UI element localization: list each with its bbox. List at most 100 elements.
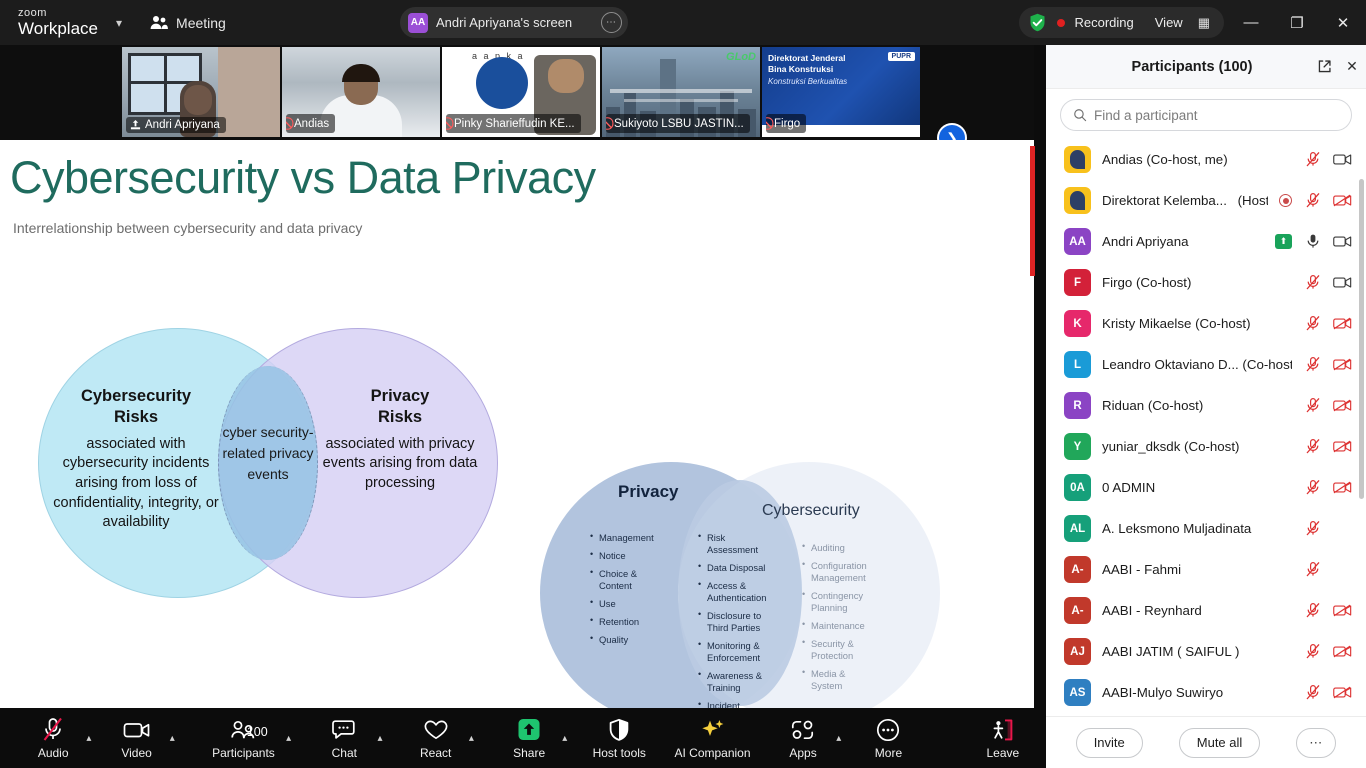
view-layout-icon[interactable]: ▦ <box>1198 15 1210 31</box>
camera-off-icon[interactable] <box>1333 481 1352 494</box>
react-button[interactable]: React <box>405 717 467 760</box>
more-label: More <box>874 745 903 760</box>
avatar: 0A <box>1064 474 1091 501</box>
audio-button[interactable]: Audio <box>22 717 84 760</box>
mic-muted-icon[interactable] <box>1303 561 1322 578</box>
list-item[interactable]: Direktorat Kelemba... (Host) <box>1046 180 1366 221</box>
list-item[interactable]: Andias (Co-host, me) <box>1046 139 1366 180</box>
list-item: Incident Response <box>698 699 778 708</box>
mic-muted-icon[interactable] <box>1303 274 1322 291</box>
logo-workplace-text: Workplace <box>18 19 98 38</box>
participant-name: AABI JATIM ( SAIFUL ) <box>1102 644 1240 659</box>
camera-off-icon[interactable] <box>1333 194 1352 207</box>
sharing-status-pill[interactable]: AA Andri Apriyana's screen ⋯ <box>400 7 628 38</box>
leave-button[interactable]: Leave <box>972 717 1034 760</box>
camera-off-icon[interactable] <box>1333 686 1352 699</box>
list-item[interactable]: 0A 0 ADMIN <box>1046 467 1366 508</box>
slide-title: Cybersecurity vs Data Privacy <box>10 152 596 203</box>
mic-muted-icon[interactable] <box>1303 397 1322 414</box>
host-tools-button[interactable]: Host tools <box>583 717 655 760</box>
mute-all-button[interactable]: Mute all <box>1178 727 1261 758</box>
window-maximize-button[interactable]: ❐ <box>1274 0 1320 45</box>
mic-on-icon[interactable] <box>1303 233 1322 250</box>
venn-right-text-block: Privacy Risks associated with privacy eve… <box>310 386 490 494</box>
participants-panel-footer: Invite Mute all ⋯ <box>1046 716 1366 768</box>
participants-scrollbar[interactable] <box>1359 179 1364 499</box>
popout-icon[interactable] <box>1310 59 1338 74</box>
video-button[interactable]: Video <box>105 717 167 760</box>
list-item[interactable]: A- AABI - Fahmi <box>1046 549 1366 590</box>
window-close-button[interactable]: ✕ <box>1320 0 1366 45</box>
thumbnail-firgo[interactable]: Direktorat Jenderal Bina Konstruksi Konst… <box>762 47 920 137</box>
chat-button[interactable]: Chat <box>313 717 375 760</box>
share-button[interactable]: Share <box>498 717 560 760</box>
more-button[interactable]: More <box>857 717 919 760</box>
participants-button[interactable]: 100 Participants <box>203 717 284 760</box>
list-item[interactable]: Y yuniar_dksdk (Co-host) <box>1046 426 1366 467</box>
list-item[interactable]: AJ AABI JATIM ( SAIFUL ) <box>1046 631 1366 672</box>
camera-off-icon[interactable] <box>1333 317 1352 330</box>
shield-icon <box>607 717 631 743</box>
share-options-caret-icon[interactable]: ▴ <box>562 733 567 744</box>
thumbnail-sukiyoto-lsbu[interactable]: GLoD ⃠ Sukiyoto LSBU JASTIN... <box>602 47 760 137</box>
camera-on-icon[interactable] <box>1333 235 1352 248</box>
mic-muted-icon[interactable] <box>1303 684 1322 701</box>
recording-dot-icon <box>1057 18 1066 27</box>
host-tools-label: Host tools <box>592 745 646 760</box>
camera-off-icon[interactable] <box>1333 645 1352 658</box>
mic-muted-icon[interactable] <box>1303 479 1322 496</box>
screen-share-edge-indicator <box>1030 146 1035 276</box>
list-item[interactable]: K Kristy Mikaelse (Co-host) <box>1046 303 1366 344</box>
meeting-tab[interactable]: Meeting <box>150 15 226 31</box>
camera-off-icon[interactable] <box>1333 440 1352 453</box>
audio-options-caret-icon[interactable]: ▴ <box>86 733 91 744</box>
list-item[interactable]: AL A. Leksmono Muljadinata <box>1046 508 1366 549</box>
share-screen-icon <box>515 717 543 743</box>
avatar: K <box>1064 310 1091 337</box>
participants-list[interactable]: Andias (Co-host, me) Direktorat Kelemba.… <box>1046 139 1366 716</box>
mic-muted-icon[interactable] <box>1303 602 1322 619</box>
list-item[interactable]: AS AABI-Mulyo Suwiryo <box>1046 672 1366 713</box>
recording-status-pill[interactable]: Recording View ▦ <box>1019 7 1224 38</box>
mic-muted-icon[interactable] <box>1303 520 1322 537</box>
camera-off-icon[interactable] <box>1333 399 1352 412</box>
list-item[interactable]: L Leandro Oktaviano D... (Co-host) <box>1046 344 1366 385</box>
ai-companion-button[interactable]: AI Companion <box>667 717 758 760</box>
panel-more-button[interactable]: ⋯ <box>1296 727 1337 758</box>
list-item[interactable]: AA Andri Apriyana ⬆ <box>1046 221 1366 262</box>
list-item[interactable]: R Riduan (Co-host) <box>1046 385 1366 426</box>
list-item[interactable]: F Firgo (Co-host) <box>1046 262 1366 303</box>
search-input[interactable]: Find a participant <box>1060 99 1352 131</box>
thumbnail-pinky-sharieffudin[interactable]: a a p k a ⃠ Pinky Sharieffudin KE... <box>442 47 600 137</box>
participants-options-caret-icon[interactable]: ▴ <box>286 733 291 744</box>
apps-options-caret-icon[interactable]: ▴ <box>836 733 841 744</box>
mic-muted-icon[interactable] <box>1303 192 1322 209</box>
mic-muted-icon[interactable] <box>1303 643 1322 660</box>
mic-muted-icon[interactable] <box>1303 356 1322 373</box>
mic-muted-icon[interactable] <box>1303 438 1322 455</box>
chevron-down-icon[interactable]: ▾ <box>116 16 122 30</box>
window-minimize-button[interactable]: — <box>1228 0 1274 45</box>
thumbnail-andri-apriyana[interactable]: Andri Apriyana <box>122 47 280 137</box>
react-options-caret-icon[interactable]: ▴ <box>469 733 474 744</box>
camera-on-icon[interactable] <box>1333 153 1352 166</box>
list-item[interactable]: A- AABI - Reynhard <box>1046 590 1366 631</box>
participant-name: yuniar_dksdk (Co-host) <box>1102 439 1240 454</box>
chat-options-caret-icon[interactable]: ▴ <box>377 733 382 744</box>
thumbnail-andias[interactable]: ⃠ Andias <box>282 47 440 137</box>
view-label[interactable]: View <box>1155 15 1183 30</box>
screen-sharing-icon: ⬆ <box>1275 234 1292 249</box>
list-item: Access & Authentication <box>698 579 778 604</box>
mic-muted-icon[interactable] <box>1303 315 1322 332</box>
close-icon[interactable]: ✕ <box>1338 58 1366 75</box>
mic-muted-icon[interactable] <box>1303 151 1322 168</box>
participant-name: A. Leksmono Muljadinata <box>1102 521 1252 536</box>
apps-button[interactable]: Apps <box>772 717 834 760</box>
invite-button[interactable]: Invite <box>1075 727 1143 758</box>
video-options-caret-icon[interactable]: ▴ <box>170 733 175 744</box>
camera-on-icon[interactable] <box>1333 276 1352 289</box>
camera-off-icon[interactable] <box>1333 604 1352 617</box>
share-more-icon[interactable]: ⋯ <box>601 12 622 33</box>
camera-off-icon[interactable] <box>1333 358 1352 371</box>
chat-bubble-icon <box>331 717 357 743</box>
